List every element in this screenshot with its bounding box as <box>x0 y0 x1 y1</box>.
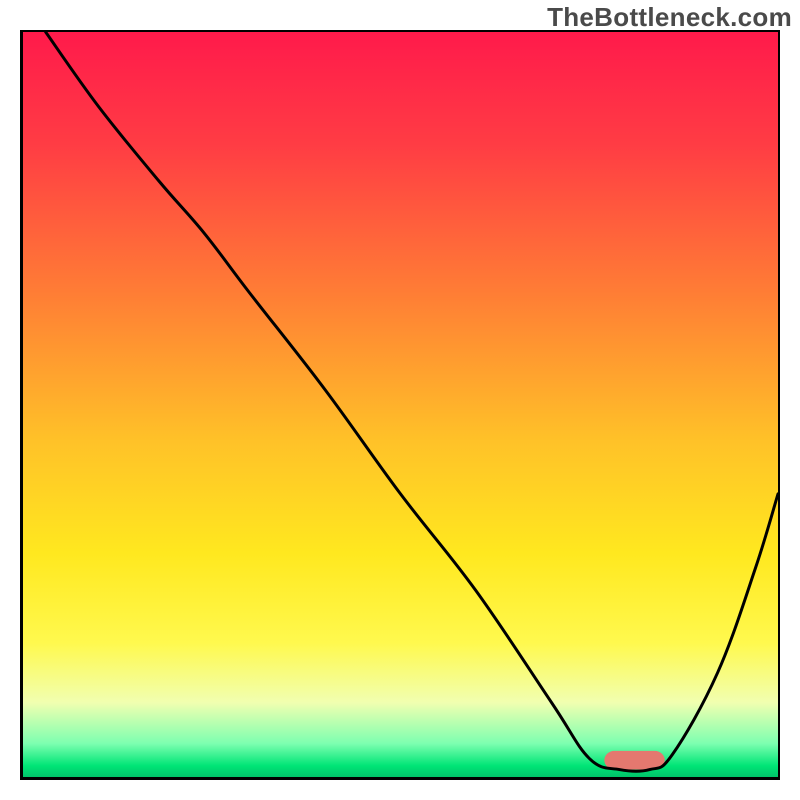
watermark-label: TheBottleneck.com <box>547 2 792 33</box>
optimal-marker <box>604 751 664 770</box>
plot-svg <box>23 32 778 777</box>
plot-frame <box>20 30 780 780</box>
bottleneck-chart: TheBottleneck.com <box>0 0 800 800</box>
gradient-background <box>23 32 778 777</box>
